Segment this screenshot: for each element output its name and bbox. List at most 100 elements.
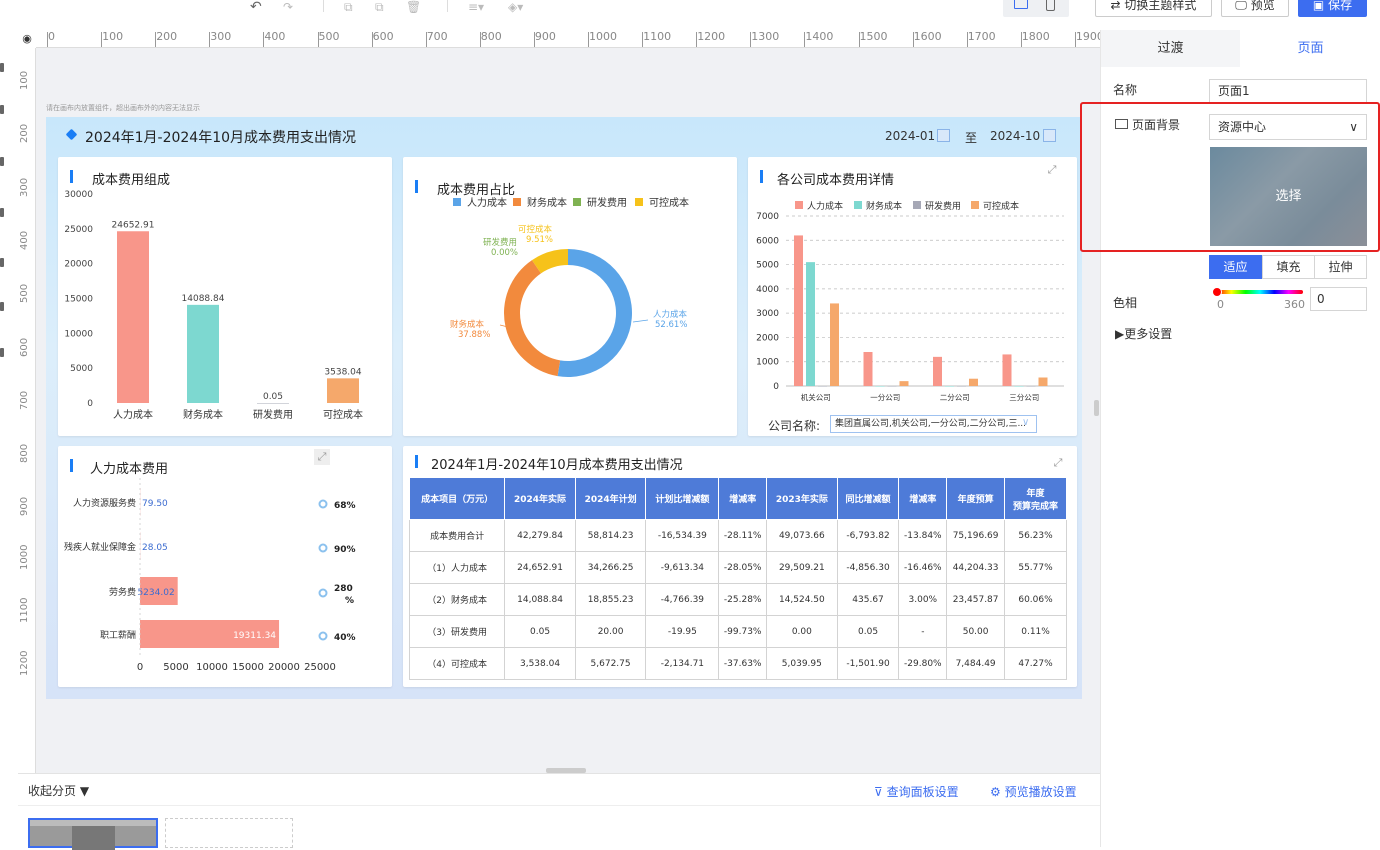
- page-name-input[interactable]: 页面1: [1209, 79, 1367, 103]
- delete-icon[interactable]: 🗑: [406, 0, 421, 14]
- company-filter-label: 公司名称:: [768, 419, 821, 433]
- hue-slider[interactable]: [1217, 290, 1303, 294]
- table-cell: 3,538.04: [504, 647, 576, 680]
- table-cell: 56.23%: [1004, 519, 1067, 552]
- slice-pct: 0.00%: [491, 248, 518, 258]
- table-cell: 435.67: [836, 583, 900, 616]
- bar: [140, 532, 141, 560]
- data-label: 19311.34: [233, 631, 276, 641]
- table-cell: -9,613.34: [645, 551, 720, 584]
- table-cell: -2,134.71: [645, 647, 720, 680]
- chevron-down-icon[interactable]: ∨: [1022, 417, 1029, 428]
- tool-icon[interactable]: [0, 105, 4, 114]
- table-row: （1）人力成本 24,652.91 34,266.25 -9,613.34 -28.05…: [408, 551, 1067, 584]
- divider: [18, 805, 1100, 806]
- preview-label: 预览: [1250, 0, 1275, 12]
- query-panel-settings[interactable]: ⊽ 查询面板设置: [874, 783, 959, 800]
- legend-swatch: [513, 198, 521, 206]
- table-cell: 5,672.75: [574, 647, 647, 680]
- table-header-row: 成本项目（万元） 2024年实际 2024年计划 计划比增减额 增减率 2023年实际 同比…: [408, 477, 1067, 520]
- fit-button[interactable]: 适应: [1209, 255, 1262, 279]
- bar: [1026, 386, 1036, 387]
- table-header-cell: 2024年实际: [504, 477, 576, 520]
- table-cell: -16,534.39: [645, 519, 720, 552]
- align-icon[interactable]: ≡▾: [468, 0, 484, 14]
- y-tick-label: 劳务费: [109, 586, 136, 598]
- tool-icon[interactable]: [0, 208, 4, 217]
- slice-label: 可控成本: [518, 224, 553, 235]
- fit-label: 适应: [1223, 260, 1248, 274]
- legend-swatch: [795, 201, 803, 209]
- table-cell: 44,204.33: [946, 551, 1006, 584]
- ruler-tick-label: 1500: [859, 30, 888, 43]
- ruler-tick: [371, 32, 373, 47]
- y-tick-label: 7000: [756, 212, 779, 222]
- tool-icon[interactable]: [0, 157, 4, 166]
- more-settings-toggle[interactable]: ▶更多设置: [1115, 325, 1172, 342]
- table-cell: 0.05: [504, 615, 576, 648]
- tool-icon[interactable]: [0, 348, 4, 357]
- table-header-cell: 2023年实际: [766, 477, 838, 520]
- device-switch: [1003, 0, 1069, 17]
- tab-transition[interactable]: 过渡: [1101, 30, 1240, 67]
- preview-play-settings[interactable]: ⚙ 预览播放设置: [990, 783, 1077, 800]
- table-cell: -19.95: [645, 615, 720, 648]
- calendar-icon[interactable]: [937, 129, 950, 142]
- slice-pct: 9.51%: [526, 235, 553, 245]
- layer-icon[interactable]: ◈▾: [508, 0, 523, 14]
- legend-label: 财务成本: [527, 196, 567, 209]
- undo-icon[interactable]: ↶: [250, 0, 262, 14]
- bar: [875, 386, 885, 387]
- bar: [187, 304, 219, 403]
- date-from[interactable]: 2024-01: [885, 129, 935, 143]
- stretch-button[interactable]: 拉伸: [1314, 255, 1367, 279]
- x-tick-label: 25000: [304, 662, 336, 673]
- ruler-tick: [479, 32, 481, 47]
- calendar-icon[interactable]: [1043, 129, 1056, 142]
- save-button[interactable]: ▣ 保存: [1298, 0, 1367, 17]
- bar: [818, 386, 827, 387]
- x-tick-label: 15000: [232, 662, 264, 673]
- table-cell: 3.00%: [898, 583, 948, 616]
- expense-table: 成本项目（万元） 2024年实际 2024年计划 计划比增减额 增减率 2023年实际 同比…: [408, 477, 1067, 680]
- paste-icon[interactable]: ⧉: [375, 0, 384, 14]
- bar: [957, 386, 966, 387]
- tool-icon[interactable]: [0, 302, 4, 311]
- mobile-icon[interactable]: [1046, 0, 1055, 11]
- hue-input[interactable]: 0: [1310, 287, 1367, 311]
- bar: [794, 235, 803, 386]
- bar: [327, 378, 359, 403]
- eye-icon[interactable]: ◉: [18, 30, 36, 48]
- bar-chart-cost: 30000 25000 20000 15000 10000 5000 0 24652.91 人力…: [64, 190, 363, 421]
- tool-icon[interactable]: [0, 63, 4, 72]
- tab-page[interactable]: 页面: [1240, 30, 1380, 67]
- ruler-tick: [588, 32, 589, 47]
- date-to[interactable]: 2024-10: [990, 129, 1040, 143]
- tool-icon[interactable]: [0, 258, 4, 267]
- table-cell: -16.46%: [898, 551, 948, 584]
- ruler-tick: [263, 32, 265, 47]
- collapse-pages-button[interactable]: 收起分页 ▼: [28, 782, 89, 799]
- data-label: 14088.84: [182, 294, 225, 304]
- bar: [140, 488, 141, 516]
- progress-ring: [318, 499, 328, 509]
- fill-button[interactable]: 填充: [1262, 255, 1315, 279]
- page-thumbnail[interactable]: [28, 818, 158, 850]
- canvas-scrollbar[interactable]: [1094, 400, 1099, 416]
- bar: [933, 356, 942, 386]
- ruler-tick-label: 0: [48, 30, 55, 43]
- table-header-cell: 年度预算: [946, 477, 1006, 520]
- redo-icon[interactable]: ↷: [283, 0, 293, 14]
- y-tick-label: 20000: [64, 260, 93, 270]
- table-header-cell: 增减率: [718, 477, 768, 520]
- switch-theme-button[interactable]: ⇄ 切换主题样式: [1095, 0, 1212, 17]
- preview-button[interactable]: 🖵 预览: [1221, 0, 1289, 17]
- caret-right-icon: ▶: [1115, 327, 1125, 341]
- copy-icon[interactable]: ⧉: [344, 0, 353, 14]
- desktop-icon[interactable]: [1014, 0, 1028, 9]
- add-page-slot[interactable]: [165, 818, 293, 848]
- hue-slider-handle[interactable]: [1212, 287, 1222, 297]
- company-select[interactable]: 集团直属公司,机关公司,一分公司,二分公司,三...: [830, 415, 1037, 433]
- expand-icon[interactable]: ⤢: [1050, 455, 1066, 471]
- legend-label: 可控成本: [983, 200, 1019, 212]
